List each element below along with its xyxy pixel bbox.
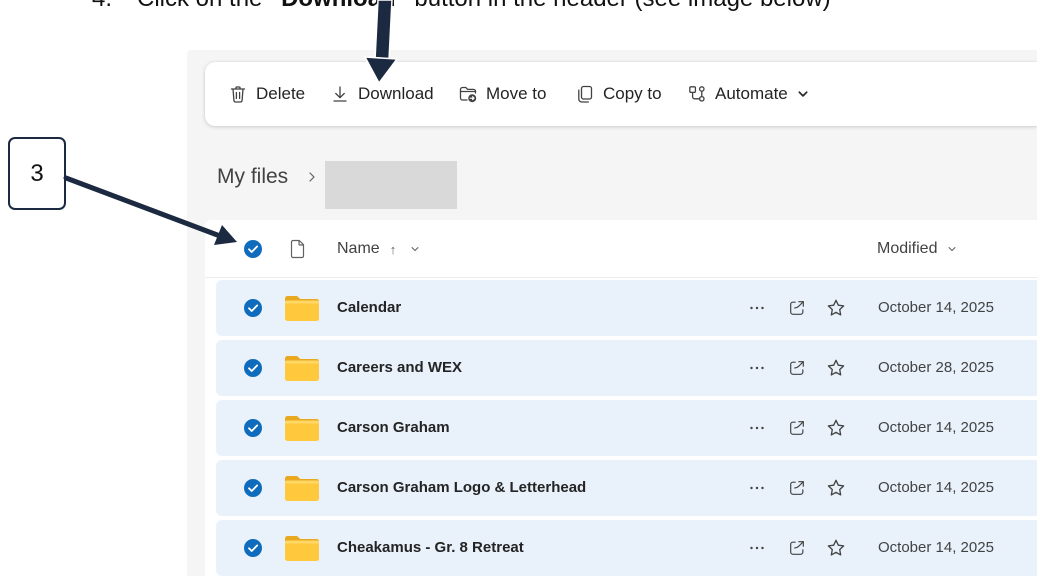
row-checkbox[interactable]	[243, 538, 263, 558]
download-button[interactable]: Download	[326, 76, 438, 112]
chevron-right-icon	[309, 172, 315, 182]
file-row[interactable]: Careers and WEX October 28, 2025	[216, 340, 1037, 396]
select-all-checkbox[interactable]	[243, 239, 263, 259]
move-to-button[interactable]: Move to	[454, 76, 550, 112]
more-icon[interactable]	[748, 298, 766, 318]
star-icon[interactable]	[826, 298, 846, 318]
file-name[interactable]: Carson Graham Logo & Letterhead	[337, 478, 586, 498]
download-icon	[333, 86, 347, 102]
file-name[interactable]: Cheakamus - Gr. 8 Retreat	[337, 538, 524, 558]
move-to-label: Move to	[486, 84, 547, 103]
download-label: Download	[358, 84, 434, 103]
instruction-step: 4. Click on the “Download” button in the…	[0, 0, 1037, 13]
document-page: 4. Click on the “Download” button in the…	[0, 0, 1037, 576]
file-row[interactable]: Cheakamus - Gr. 8 Retreat October 14, 20…	[216, 520, 1037, 576]
document-icon	[290, 239, 305, 259]
copy-to-button[interactable]: Copy to	[571, 76, 666, 112]
delete-label: Delete	[256, 84, 306, 103]
share-icon[interactable]	[788, 359, 806, 377]
column-modified-label: Modified	[877, 240, 938, 257]
copy-icon	[578, 85, 593, 103]
star-icon[interactable]	[826, 478, 846, 498]
file-name[interactable]: Calendar	[337, 298, 401, 318]
file-row[interactable]: Carson Graham Logo & Letterhead October …	[216, 460, 1037, 516]
more-icon[interactable]	[748, 358, 766, 378]
copy-to-label: Copy to	[603, 84, 662, 103]
automate-label: Automate	[715, 84, 788, 103]
modified-date: October 14, 2025	[878, 299, 994, 316]
share-icon[interactable]	[788, 419, 806, 437]
column-header-modified[interactable]: Modified	[877, 239, 957, 259]
flow-icon	[689, 86, 705, 102]
chevron-down-icon	[798, 91, 808, 97]
star-icon[interactable]	[826, 358, 846, 378]
row-checkbox[interactable]	[243, 298, 263, 318]
step-text-before: Click on the	[137, 0, 269, 12]
list-header: Name ↑ Modified	[205, 220, 1037, 278]
column-name-label: Name	[337, 240, 380, 257]
breadcrumb-my-files[interactable]: My files	[217, 163, 288, 191]
modified-date: October 14, 2025	[878, 419, 994, 436]
onedrive-screenshot: Delete Download Move to Copy to Automate…	[187, 50, 1037, 576]
folder-icon	[285, 535, 319, 561]
callout-label: 3	[8, 137, 66, 210]
modified-date: October 28, 2025	[878, 359, 994, 376]
column-header-name[interactable]: Name ↑	[337, 239, 420, 259]
row-checkbox[interactable]	[243, 478, 263, 498]
row-checkbox[interactable]	[243, 358, 263, 378]
trash-icon	[230, 86, 246, 103]
modified-date: October 14, 2025	[878, 539, 994, 556]
star-icon[interactable]	[826, 538, 846, 558]
automate-button[interactable]: Automate	[683, 76, 813, 112]
breadcrumb-current-redacted	[325, 161, 457, 209]
more-icon[interactable]	[748, 478, 766, 498]
file-name[interactable]: Carson Graham	[337, 418, 450, 438]
modified-date: October 14, 2025	[878, 479, 994, 496]
step-text-after: button in the header (see image below)	[408, 0, 830, 12]
share-icon[interactable]	[788, 299, 806, 317]
command-bar: Delete Download Move to Copy to Automate	[205, 62, 1037, 126]
folder-icon	[285, 295, 319, 321]
folder-icon	[285, 415, 319, 441]
delete-button[interactable]: Delete	[224, 76, 309, 112]
folder-icon	[285, 355, 319, 381]
row-checkbox[interactable]	[243, 418, 263, 438]
sort-ascending-indicator: ↑	[389, 241, 397, 257]
more-icon[interactable]	[748, 418, 766, 438]
folder-move-icon	[459, 86, 477, 103]
folder-icon	[285, 475, 319, 501]
file-name[interactable]: Careers and WEX	[337, 358, 462, 378]
share-icon[interactable]	[788, 479, 806, 497]
step-number: 4.	[92, 0, 112, 13]
file-row[interactable]: Calendar October 14, 2025	[216, 280, 1037, 336]
file-row[interactable]: Carson Graham October 14, 2025	[216, 400, 1037, 456]
more-icon[interactable]	[748, 538, 766, 558]
chevron-down-icon	[947, 244, 957, 254]
star-icon[interactable]	[826, 418, 846, 438]
share-icon[interactable]	[788, 539, 806, 557]
step-text: Click on the “Download” button in the he…	[137, 0, 831, 13]
step-text-emphasis: “Download”	[269, 0, 408, 12]
file-list: Name ↑ Modified Calendar October 14, 202…	[205, 220, 1037, 576]
chevron-down-icon	[410, 244, 420, 254]
